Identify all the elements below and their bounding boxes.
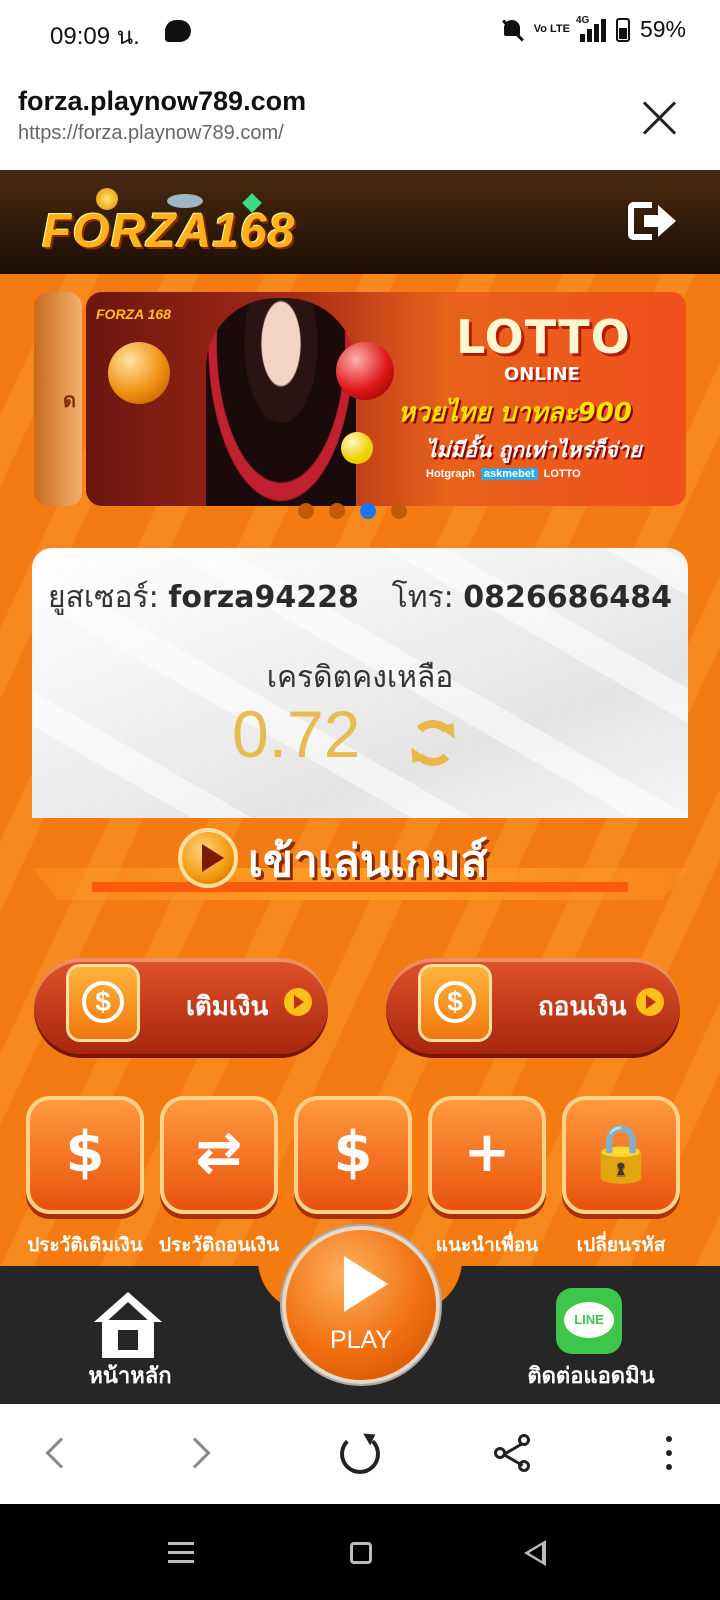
phone-label: โทร:	[391, 580, 454, 615]
battery-percent: 59%	[639, 16, 686, 42]
lottery-ball-image	[341, 432, 373, 464]
nav-contact-admin-button[interactable]: LINE ติดต่อแอดมิน	[516, 1286, 666, 1396]
change-password-tile[interactable]: 🔒	[562, 1096, 680, 1214]
withdraw-history-icon: ⇄	[195, 1120, 243, 1185]
cashback-tile[interactable]: $	[294, 1096, 412, 1214]
custom-tab-url-bar: forza.playnow789.com https://forza.playn…	[0, 66, 720, 170]
withdraw-history-tile[interactable]: ⇄	[160, 1096, 278, 1214]
banner-tagline: ไม่มีอั้น ถูกเท่าไหร่ก็จ่าย	[426, 438, 642, 462]
network-type: 4G	[575, 14, 590, 26]
phone-value: 0826686484	[463, 580, 672, 615]
chat-notification-icon	[165, 20, 191, 42]
system-navigation-bar	[0, 1504, 720, 1600]
deposit-button[interactable]: $ เติมเงิน	[34, 958, 328, 1054]
home-icon	[92, 1292, 164, 1358]
lock-password-icon: 🔒	[586, 1121, 656, 1186]
signal-icon: 4G	[576, 15, 606, 42]
arrow-right-icon	[284, 988, 312, 1016]
browser-toolbar	[0, 1404, 720, 1504]
refer-friend-label: แนะนำเพื่อน	[435, 1234, 539, 1256]
carousel-dot[interactable]	[298, 503, 314, 519]
status-time: 09:09 น.	[50, 23, 140, 50]
banner-sponsors: Hotgraph askmebet LOTTO	[426, 468, 581, 480]
share-icon[interactable]	[494, 1434, 534, 1474]
hand-coin-icon: $	[333, 1120, 373, 1185]
lotto-banner-slide[interactable]: FORZA 168 LOTTO ONLINE หวยไทย บาทละ900 ไ…	[86, 292, 686, 506]
back-button[interactable]	[38, 1434, 78, 1474]
withdraw-button[interactable]: $ ถอนเงิน	[386, 958, 680, 1054]
banner-mini-logo: FORZA 168	[96, 306, 171, 322]
previous-slide-peek[interactable]: ด	[34, 292, 82, 506]
sponsor-lotto: LOTTO	[543, 468, 581, 480]
more-options-icon[interactable]	[666, 1436, 674, 1476]
arrow-right-icon	[636, 988, 664, 1016]
lottery-ball-image	[108, 342, 170, 404]
username-label: ยูสเซอร์:	[48, 580, 159, 615]
enter-game-label: เข้าเล่นเกมส์	[248, 836, 488, 887]
dollar-coin-icon: $	[66, 964, 140, 1042]
banner-model-image	[206, 298, 356, 506]
logo-text: FORZA168	[42, 205, 296, 258]
forza168-logo[interactable]: FORZA168	[42, 188, 327, 258]
page-host: forza.playnow789.com	[18, 86, 307, 116]
close-icon[interactable]	[640, 98, 680, 138]
screen: 09:09 น. Vo LTE 4G 59% forza.playnow789.…	[0, 0, 720, 1600]
carousel-dot-active[interactable]	[360, 503, 376, 519]
withdraw-history-label: ประวัติถอนเงิน	[158, 1234, 280, 1256]
deposit-label: เติมเงิน	[186, 992, 269, 1022]
carousel-dot[interactable]	[391, 503, 407, 519]
carousel-indicator	[298, 503, 407, 519]
play-circle-icon	[178, 828, 238, 888]
chevron-right-icon	[179, 1437, 211, 1469]
money-bag-clock-icon: $	[65, 1120, 105, 1185]
enter-game-button[interactable]: เข้าเล่นเกมส์	[32, 820, 688, 912]
nav-play-button[interactable]: PLAY	[282, 1226, 440, 1384]
credit-balance: 0.72	[232, 697, 361, 771]
deposit-history-tile[interactable]: $	[26, 1096, 144, 1214]
previous-slide-text: ด	[63, 388, 76, 412]
chevron-left-icon	[45, 1437, 77, 1469]
phone-row: โทร: 0826686484	[392, 574, 672, 621]
volte-icon: Vo LTE	[533, 23, 570, 35]
recent-apps-button[interactable]	[168, 1542, 194, 1569]
sponsor-askmebet: askmebet	[480, 468, 538, 480]
status-bar: 09:09 น. Vo LTE 4G 59%	[0, 0, 720, 66]
money-bag-hand-icon: $	[418, 964, 492, 1042]
reload-icon[interactable]	[340, 1434, 380, 1474]
add-friend-icon: +	[463, 1120, 511, 1185]
withdraw-label: ถอนเงิน	[538, 992, 627, 1022]
change-password-label: เปลี่ยนรหัส	[576, 1234, 666, 1256]
mute-bell-icon	[500, 18, 524, 42]
site-header: FORZA168	[0, 170, 720, 274]
home-system-button[interactable]	[350, 1542, 372, 1564]
promo-banner-carousel[interactable]: ด FORZA 168 LOTTO ONLINE หวยไทย บาทละ900…	[34, 292, 686, 506]
banner-title: LOTTO	[456, 310, 631, 364]
play-icon	[344, 1256, 388, 1312]
lottery-ball-image	[336, 342, 394, 400]
nav-play-label: PLAY	[329, 1326, 393, 1354]
status-icons: Vo LTE 4G 59%	[500, 15, 686, 43]
banner-headline: หวยไทย บาทละ900	[398, 398, 632, 428]
sponsor-hotgraph: Hotgraph	[426, 468, 475, 480]
deposit-history-label: ประวัติเติมเงิน	[27, 1234, 143, 1256]
username-value: forza94228	[168, 580, 359, 615]
nav-home-label: หน้าหลัก	[88, 1364, 172, 1389]
logout-icon[interactable]	[628, 202, 676, 242]
username-row: ยูสเซอร์: forza94228	[48, 574, 359, 621]
refresh-icon[interactable]	[410, 720, 456, 766]
forward-button[interactable]	[179, 1434, 222, 1474]
credit-label: เครดิตคงเหลือ	[266, 660, 454, 695]
refer-friend-tile[interactable]: +	[428, 1096, 546, 1214]
nav-contact-label: ติดต่อแอดมิน	[527, 1364, 655, 1389]
nav-home-button[interactable]: หน้าหลัก	[70, 1286, 190, 1396]
line-app-icon: LINE	[556, 1288, 622, 1354]
carousel-dot[interactable]	[329, 503, 345, 519]
battery-icon	[615, 17, 630, 42]
account-card: ยูสเซอร์: forza94228 โทร: 0826686484 เคร…	[32, 548, 688, 818]
page-url[interactable]: https://forza.playnow789.com/	[18, 122, 284, 145]
banner-subtitle: ONLINE	[504, 364, 580, 385]
back-system-button[interactable]	[524, 1540, 546, 1566]
